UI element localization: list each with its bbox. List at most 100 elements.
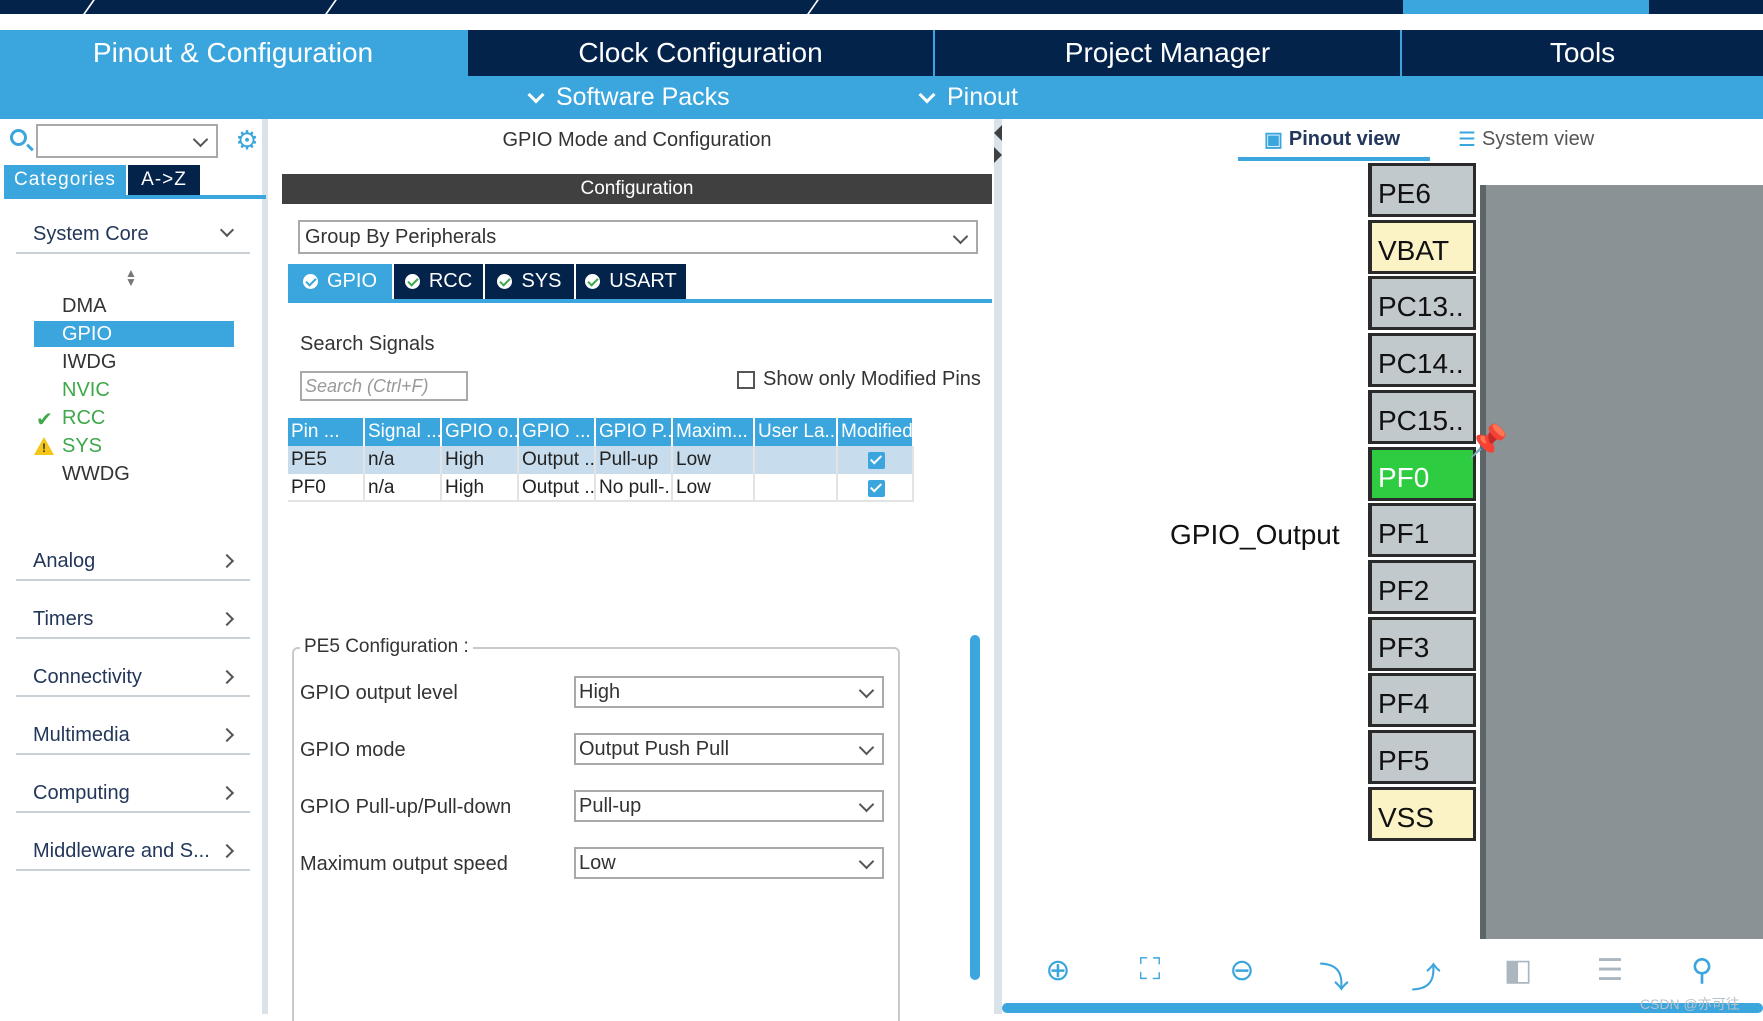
breadcrumb-active-step[interactable] bbox=[1403, 0, 1649, 14]
pin-pf5[interactable]: PF5 bbox=[1368, 730, 1476, 784]
fit-icon[interactable]: ⛶ bbox=[1130, 953, 1170, 987]
flip-horizontal-icon[interactable]: ☰ bbox=[1590, 953, 1630, 988]
section-timers[interactable]: Timers bbox=[16, 601, 250, 639]
core-item-dma[interactable]: DMA bbox=[34, 293, 234, 319]
zoom-in-icon[interactable]: ⊕ bbox=[1038, 953, 1078, 988]
tab-usart[interactable]: USART bbox=[576, 264, 686, 299]
modified-checkbox[interactable] bbox=[868, 451, 885, 469]
pin-pf0[interactable]: PF0 bbox=[1368, 446, 1476, 501]
core-item-nvic[interactable]: NVIC bbox=[34, 377, 234, 403]
sort-icon[interactable]: ▲ ▼ bbox=[124, 267, 138, 289]
group-by-select[interactable]: Group By Peripherals bbox=[298, 220, 978, 254]
panel-splitter[interactable] bbox=[994, 119, 1002, 1014]
mode-configuration-panel: GPIO Mode and Configuration Configuratio… bbox=[282, 119, 992, 1021]
pinout-menu[interactable]: Pinout bbox=[918, 83, 1018, 112]
zoom-out-icon[interactable]: ⊖ bbox=[1222, 953, 1262, 988]
core-item-label: NVIC bbox=[62, 378, 110, 401]
tab-categories[interactable]: Categories bbox=[4, 165, 126, 195]
gear-icon[interactable]: ⚙ bbox=[234, 127, 260, 153]
table-row[interactable]: PE5 n/a High Output ... Pull-up Low bbox=[288, 446, 914, 474]
collapse-right-icon[interactable] bbox=[994, 147, 1002, 163]
max-output-speed-select[interactable]: Low bbox=[574, 847, 884, 879]
table-cell: Pull-up bbox=[596, 446, 673, 474]
rotate-right-icon[interactable]: ⤵ bbox=[1314, 953, 1354, 997]
tab-a-z[interactable]: A->Z bbox=[128, 165, 200, 195]
col-gpio-mode[interactable]: GPIO ... bbox=[519, 418, 596, 446]
core-item-gpio[interactable]: GPIO bbox=[34, 321, 234, 347]
collapse-left-icon[interactable] bbox=[994, 125, 1002, 141]
table-cell: Output ... bbox=[519, 474, 596, 502]
col-pin[interactable]: Pin ... bbox=[288, 418, 365, 446]
col-max-speed[interactable]: Maxim... bbox=[673, 418, 755, 446]
flip-vertical-icon[interactable]: ◧ bbox=[1498, 953, 1538, 988]
pin-signal-label[interactable]: GPIO_Output bbox=[1170, 519, 1340, 551]
checkbox[interactable] bbox=[737, 370, 755, 389]
col-signal[interactable]: Signal ... bbox=[365, 418, 442, 446]
col-gpio-pull[interactable]: GPIO P... bbox=[596, 418, 673, 446]
rotate-left-icon[interactable]: ⤴ bbox=[1406, 953, 1446, 997]
chevron-down-icon[interactable] bbox=[192, 131, 209, 148]
active-tab-indicator bbox=[1238, 157, 1430, 161]
pin-vss[interactable]: VSS bbox=[1368, 786, 1476, 841]
core-item-rcc[interactable]: ✔ RCC bbox=[34, 405, 234, 432]
pe5-configuration-title: PE5 Configuration : bbox=[300, 636, 473, 658]
pin-pf4[interactable]: PF4 bbox=[1368, 673, 1476, 728]
pin-pc13[interactable]: PC13.. bbox=[1368, 276, 1476, 331]
search-signals-label: Search Signals bbox=[300, 333, 435, 355]
table-cell: No pull-... bbox=[596, 474, 673, 502]
section-multimedia[interactable]: Multimedia bbox=[16, 717, 250, 755]
category-search-combo[interactable] bbox=[36, 124, 218, 158]
col-modified[interactable]: Modified bbox=[838, 418, 914, 446]
table-cell: High bbox=[442, 474, 519, 502]
tab-tools[interactable]: Tools bbox=[1402, 30, 1763, 76]
chevron-right-icon bbox=[219, 785, 235, 801]
software-packs-menu[interactable]: Software Packs bbox=[527, 83, 730, 112]
modified-checkbox[interactable] bbox=[868, 479, 885, 497]
tab-label: Pinout view bbox=[1288, 128, 1401, 150]
pushpin-icon[interactable]: 📌 bbox=[1468, 422, 1508, 462]
section-middleware[interactable]: Middleware and S... bbox=[16, 833, 250, 871]
section-connectivity[interactable]: Connectivity bbox=[16, 659, 250, 697]
search-icon[interactable] bbox=[10, 129, 27, 146]
core-item-iwdg[interactable]: IWDG bbox=[34, 349, 234, 375]
pin-pf2[interactable]: PF2 bbox=[1368, 559, 1476, 614]
tab-clock-configuration[interactable]: Clock Configuration bbox=[468, 30, 935, 76]
gpio-output-level-select[interactable]: High bbox=[574, 676, 884, 708]
gpio-pull-select[interactable]: Pull-up bbox=[574, 790, 884, 822]
section-computing[interactable]: Computing bbox=[16, 775, 250, 813]
section-analog[interactable]: Analog bbox=[16, 543, 250, 581]
tab-pinout-view[interactable]: ▣ Pinout view bbox=[1264, 127, 1400, 152]
tab-gpio[interactable]: GPIO bbox=[288, 264, 392, 299]
vertical-scrollbar[interactable] bbox=[970, 635, 980, 980]
breadcrumb-separator bbox=[807, 0, 819, 14]
tab-rcc[interactable]: RCC bbox=[394, 264, 483, 299]
tab-system-view[interactable]: ☰ System view bbox=[1458, 127, 1594, 152]
check-icon: ✔ bbox=[36, 409, 53, 431]
core-item-wwdg[interactable]: WWDG bbox=[34, 461, 234, 487]
select-value: High bbox=[579, 680, 621, 703]
pin-pf3[interactable]: PF3 bbox=[1368, 616, 1476, 671]
section-system-core[interactable]: System Core bbox=[16, 216, 250, 254]
col-gpio-output-level[interactable]: GPIO o... bbox=[442, 418, 519, 446]
tab-label: System view bbox=[1481, 128, 1595, 150]
core-item-label: WWDG bbox=[62, 462, 130, 485]
tab-project-manager[interactable]: Project Manager bbox=[935, 30, 1402, 76]
show-modified-checkbox[interactable]: Show only Modified Pins bbox=[737, 368, 981, 391]
signal-search-input[interactable]: Search (Ctrl+F) bbox=[300, 371, 468, 401]
tab-pinout-configuration[interactable]: Pinout & Configuration bbox=[0, 30, 468, 76]
pin-vbat[interactable]: VBAT bbox=[1368, 219, 1476, 274]
table-row[interactable]: PF0 n/a High Output ... No pull-... Low bbox=[288, 474, 914, 502]
table-cell: Low bbox=[673, 446, 755, 474]
section-label: Analog bbox=[33, 549, 96, 572]
col-user-label[interactable]: User La... bbox=[755, 418, 838, 446]
core-item-sys[interactable]: SYS bbox=[34, 433, 234, 459]
chevron-down-icon bbox=[527, 86, 545, 103]
chevron-down-icon bbox=[858, 682, 875, 699]
search-icon[interactable]: ⚲ bbox=[1682, 953, 1722, 988]
pin-pc14[interactable]: PC14.. bbox=[1368, 333, 1476, 388]
pin-pc15[interactable]: PC15.. bbox=[1368, 389, 1476, 444]
gpio-mode-select[interactable]: Output Push Pull bbox=[574, 733, 884, 765]
pin-pe6[interactable]: PE6 bbox=[1368, 163, 1476, 217]
pin-pf1[interactable]: PF1 bbox=[1368, 503, 1476, 558]
tab-sys[interactable]: SYS bbox=[485, 264, 574, 299]
